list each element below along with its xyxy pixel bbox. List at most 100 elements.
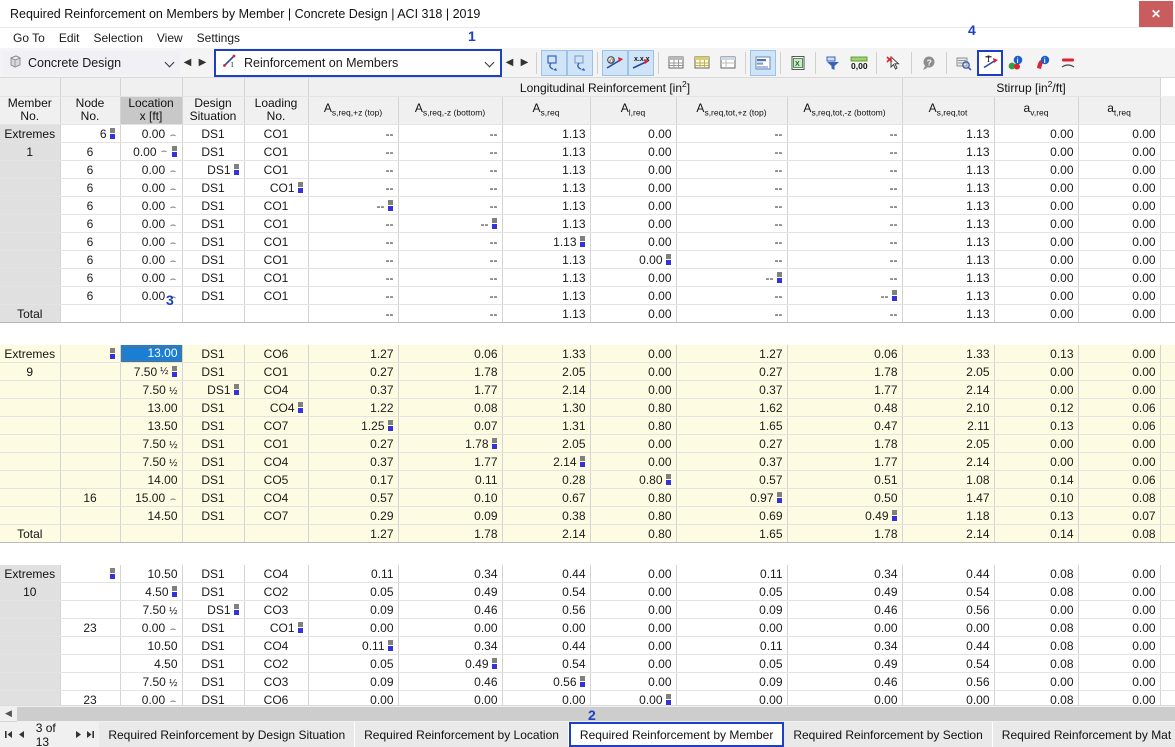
cell-as-req-tot-pz-top[interactable]: 1.62 [676,399,787,417]
cell-at-req[interactable]: 0.00 [1078,345,1160,363]
chevron-down-icon[interactable] [485,57,496,68]
cell-loading-no[interactable]: CO1 [244,197,308,215]
cell-design-situation[interactable]: DS1 [182,179,244,197]
cell-at-req[interactable]: 0.00 [1078,673,1160,691]
sheet-tab-1[interactable]: Required Reinforcement by Location [355,722,569,747]
cell-as-req-tot-pz-top[interactable]: 0.69 [676,507,787,525]
cell-as-req[interactable]: 0.44 [502,565,590,583]
cell-as-req[interactable]: 0.28 [502,471,590,489]
cell-avt-req[interactable]: 0.00 [1160,435,1175,453]
table-row[interactable]: 4.50DS1CO20.050.490.540.000.050.490.540.… [0,655,1175,673]
cell-as-req-tot[interactable]: 1.13 [902,125,994,143]
cell-design-situation[interactable]: DS1 [182,345,244,363]
cell-al-req[interactable]: 0.80 [590,507,676,525]
cell-as-req-tot[interactable]: 1.13 [902,197,994,215]
cell-at-req[interactable]: 0.00 [1078,251,1160,269]
cell-as-req-mz-bottom[interactable]: 0.49 [398,583,502,601]
cell-node-no[interactable] [60,673,120,691]
cell-loading-no[interactable]: CO1 [244,363,308,381]
cell-at-req[interactable]: 0.00 [1078,583,1160,601]
cell-node-no[interactable] [60,363,120,381]
table-row[interactable]: 60.00 ⌢DS1CO1----1.130.00----1.130.000.0… [0,251,1175,269]
chart-view-icon[interactable] [750,50,776,76]
cell-al-req[interactable]: 0.00 [590,453,676,471]
cell-as-req-tot[interactable]: 2.10 [902,399,994,417]
cell-av-req[interactable]: 0.00 [994,673,1078,691]
cell-av-req[interactable]: 0.00 [994,435,1078,453]
cell-as-req-tot-pz-top[interactable]: -- [676,125,787,143]
cell-node-no[interactable] [60,381,120,399]
cell-node-no[interactable] [60,507,120,525]
info-red-icon[interactable]: i [1029,50,1055,76]
cell-as-req[interactable]: 1.13 [502,287,590,305]
menu-item-view[interactable]: View [150,30,190,46]
cell-loading-no[interactable]: CO4 [244,637,308,655]
cell-as-req-mz-bottom[interactable]: -- [398,287,502,305]
cell-as-req-mz-bottom[interactable]: 1.77 [398,381,502,399]
table-blank-icon[interactable] [715,50,741,76]
table-row[interactable]: 7.50 ½DS1CO30.090.460.560.000.090.460.56… [0,601,1175,619]
cell-node-no[interactable] [60,655,120,673]
cell-node-no[interactable]: 6 [60,287,120,305]
menu-item-edit[interactable]: Edit [52,30,87,46]
cell-as-req[interactable]: 0.00 [502,691,590,705]
cell-node-no[interactable] [60,565,120,583]
cell-design-situation[interactable]: DS1 [182,453,244,471]
cell-as-req[interactable]: 1.13 [502,215,590,233]
settings-red-icon[interactable] [1055,50,1081,76]
cell-as-req-mz-bottom[interactable]: 0.34 [398,565,502,583]
cell-avt-req[interactable]: 0.08 [1160,637,1175,655]
cell-as-req-tot-mz-bottom[interactable]: -- [787,161,902,179]
cell-av-req[interactable]: 0.00 [994,381,1078,399]
cell-as-req[interactable]: 2.14 [502,381,590,399]
cell-location-x[interactable]: 0.00 ⌢ [120,287,182,305]
cell-as-req-tot-pz-top[interactable]: 0.11 [676,637,787,655]
cell-al-req[interactable]: 0.00 [590,345,676,363]
cell-as-req-mz-bottom[interactable]: 0.08 [398,399,502,417]
cell-as-req-mz-bottom[interactable]: 0.10 [398,489,502,507]
cell-at-req[interactable]: 0.06 [1078,399,1160,417]
cell-location-x[interactable]: 7.50 ½ [120,363,182,381]
cell-as-req-tot-pz-top[interactable]: -- [676,197,787,215]
cell-av-req[interactable]: 0.00 [994,125,1078,143]
cell-avt-req[interactable]: 0.00 [1160,143,1175,161]
table-combo[interactable]: I Reinforcement on Members [214,49,502,77]
cell-loading-no[interactable]: CO5 [244,471,308,489]
cell-as-req-tot[interactable]: 0.00 [902,691,994,705]
column-header-al-req[interactable]: Al,req [590,96,676,125]
cell-as-req-tot-mz-bottom[interactable]: -- [787,125,902,143]
cell-node-no[interactable]: 6 [60,125,120,143]
cell-al-req[interactable]: 0.80 [590,417,676,435]
cell-at-req[interactable]: 0.00 [1078,143,1160,161]
column-header-as-req-pz-top[interactable]: As,req,+z (top) [308,96,398,125]
cell-as-req-tot-pz-top[interactable]: -- [676,215,787,233]
cell-as-req-tot-pz-top[interactable]: -- [676,233,787,251]
cell-as-req-tot-mz-bottom[interactable]: -- [787,233,902,251]
cell-al-req[interactable]: 0.00 [590,161,676,179]
cell-as-req-tot-pz-top[interactable]: 0.09 [676,601,787,619]
cell-al-req[interactable]: 0.00 [590,691,676,705]
horizontal-scrollbar[interactable]: ◀ [0,705,1175,721]
table-row[interactable]: Extremes10.50DS1CO40.110.340.440.000.110… [0,565,1175,583]
cell-design-situation[interactable]: DS1 [182,507,244,525]
cell-al-req[interactable]: 0.00 [590,233,676,251]
cell-av-req[interactable]: 0.00 [994,363,1078,381]
cell-loading-no[interactable]: CO4 [244,565,308,583]
cell-as-req-tot[interactable]: 1.08 [902,471,994,489]
cell-as-req-mz-bottom[interactable]: -- [398,161,502,179]
cell-design-situation[interactable]: DS1 [182,251,244,269]
cell-design-situation[interactable]: DS1 [182,637,244,655]
column-header-member-no[interactable]: MemberNo. [0,96,60,125]
cell-as-req[interactable]: 2.14 [502,453,590,471]
cell-as-req-tot-mz-bottom[interactable]: -- [787,143,902,161]
cell-as-req-tot[interactable]: 1.33 [902,345,994,363]
cell-as-req-tot[interactable]: 0.00 [902,619,994,637]
cell-node-no[interactable] [60,453,120,471]
table-row[interactable]: Extremes13.00DS1CO61.270.061.330.001.270… [0,345,1175,363]
cell-as-req-pz-top[interactable]: 0.05 [308,583,398,601]
cell-as-req-pz-top[interactable]: 0.37 [308,381,398,399]
cell-loading-no[interactable]: CO4 [244,381,308,399]
cell-as-req-pz-top[interactable]: -- [308,215,398,233]
column-header-as-req-mz-bottom[interactable]: As,req,-z (bottom) [398,96,502,125]
cell-design-situation[interactable]: DS1 [182,125,244,143]
